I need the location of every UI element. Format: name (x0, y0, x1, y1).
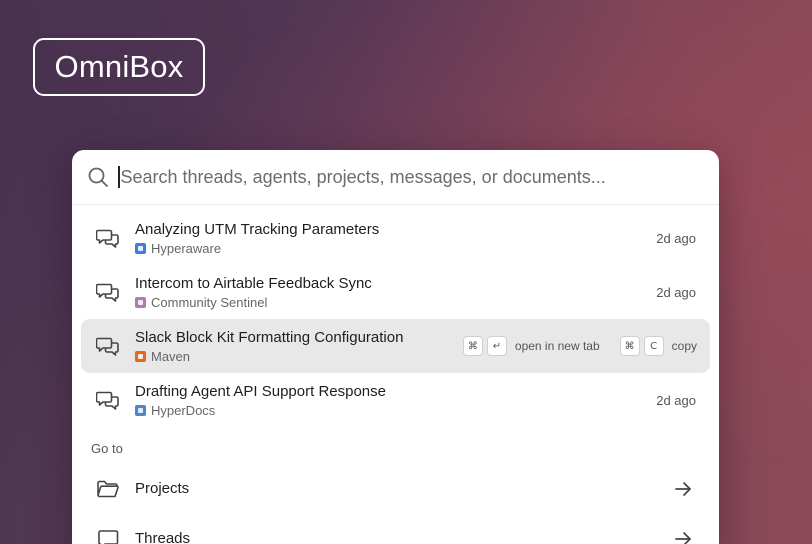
goto-projects[interactable]: Projects (81, 466, 710, 511)
chat-bubbles-icon (81, 389, 135, 411)
shortcut-hints: ⌘ ↵ open in new tab ⌘ C copy (462, 336, 697, 356)
source-badge-icon (135, 296, 146, 308)
search-icon (86, 165, 110, 189)
goto-threads-label: Threads (135, 530, 191, 544)
result-source-label: Hyperaware (151, 240, 222, 256)
goto-projects-label: Projects (135, 480, 190, 497)
search-input[interactable] (120, 166, 681, 188)
result-title: Analyzing UTM Tracking Parameters (135, 220, 380, 238)
arrow-right-icon (671, 481, 695, 497)
chat-bubbles-icon (81, 335, 135, 357)
copy-hint[interactable]: copy (672, 339, 697, 353)
result-row[interactable]: Intercom to Airtable Feedback Sync Commu… (81, 265, 710, 319)
source-badge-icon (135, 242, 146, 254)
goto-threads[interactable]: Threads (81, 516, 710, 544)
chat-bubble-icon (81, 529, 135, 544)
omnibox-logo: OmniBox (33, 38, 205, 96)
search-bar[interactable] (72, 150, 719, 205)
chat-bubbles-icon (81, 227, 135, 249)
open-in-new-tab-hint[interactable]: open in new tab (515, 339, 600, 353)
result-timestamp: 2d ago (656, 284, 696, 300)
result-source: Community Sentinel (135, 294, 656, 311)
result-source: HyperDocs (135, 402, 656, 419)
results-list: Analyzing UTM Tracking Parameters Hypera… (72, 205, 719, 544)
result-timestamp: 2d ago (656, 392, 696, 408)
command-key: ⌘ (619, 336, 640, 356)
result-row-selected[interactable]: Slack Block Kit Formatting Configuration… (81, 319, 710, 373)
command-key: ⌘ (462, 336, 483, 356)
result-source-label: HyperDocs (151, 402, 216, 418)
result-source-label: Community Sentinel (151, 294, 268, 310)
result-title: Slack Block Kit Formatting Configuration (135, 328, 404, 346)
arrow-right-icon (671, 531, 695, 544)
enter-key: ↵ (486, 336, 507, 356)
folder-icon (81, 479, 135, 499)
result-row[interactable]: Drafting Agent API Support Response Hype… (81, 373, 710, 427)
source-badge-icon (135, 350, 146, 362)
goto-section-label: Go to (91, 441, 123, 456)
result-timestamp: 2d ago (656, 230, 696, 246)
text-caret (118, 166, 120, 188)
result-source: Hyperaware (135, 240, 656, 257)
result-title: Drafting Agent API Support Response (135, 382, 386, 400)
source-badge-icon (135, 404, 146, 416)
command-palette: Analyzing UTM Tracking Parameters Hypera… (72, 150, 719, 544)
result-title: Intercom to Airtable Feedback Sync (135, 274, 372, 292)
result-row[interactable]: Analyzing UTM Tracking Parameters Hypera… (81, 211, 710, 265)
result-source: Maven (135, 348, 463, 365)
result-source-label: Maven (151, 348, 191, 364)
chat-bubbles-icon (81, 281, 135, 303)
c-key: C (643, 336, 664, 356)
